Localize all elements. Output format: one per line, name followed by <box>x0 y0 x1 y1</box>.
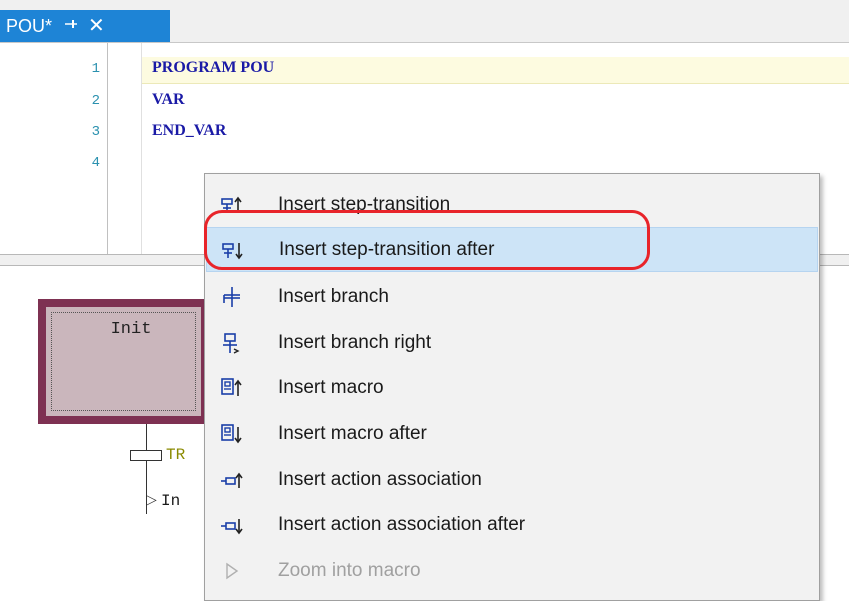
init-step[interactable]: Init <box>38 299 209 424</box>
close-icon[interactable]: ✕ <box>88 16 105 36</box>
zoom-into-macro-icon <box>220 559 250 583</box>
action-association-before-icon <box>220 468 250 492</box>
code-line: END_VAR <box>152 122 227 139</box>
menu-item-label: Insert branch <box>278 285 389 307</box>
action-association-after-icon <box>220 513 250 537</box>
transition-bar[interactable] <box>130 450 162 461</box>
macro-after-icon <box>220 422 250 446</box>
action-arrow-icon: ▷ <box>146 491 157 507</box>
menu-item-insert-branch[interactable]: Insert branch <box>206 274 818 319</box>
line-number: 4 <box>91 155 100 171</box>
fold-margin <box>108 43 142 255</box>
menu-item-insert-macro[interactable]: Insert macro <box>206 365 818 410</box>
line-number: 3 <box>91 124 100 140</box>
menu-item-insert-action-association[interactable]: Insert action association <box>206 457 818 502</box>
tab-strip: POU* ✕ <box>0 0 849 42</box>
menu-item-label: Insert macro after <box>278 422 427 444</box>
menu-item-label: Insert macro <box>278 376 384 398</box>
annotation-highlight <box>204 210 650 270</box>
action-label: In <box>161 492 181 510</box>
macro-before-icon <box>220 376 250 400</box>
code-line: PROGRAM POU <box>152 59 275 76</box>
tab-pou[interactable]: POU* ✕ <box>0 10 170 42</box>
code-line: VAR <box>152 91 185 108</box>
transition-condition: TR <box>166 446 186 464</box>
menu-item-label: Insert branch right <box>278 331 432 353</box>
menu-item-zoom-into-macro: Zoom into macro <box>206 548 818 593</box>
init-step-label: Init <box>110 320 152 339</box>
menu-item-label: Insert action association after <box>278 513 526 535</box>
menu-item-label: Insert action association <box>278 468 482 490</box>
tab-title: POU* <box>6 15 53 36</box>
branch-icon <box>220 285 250 309</box>
branch-right-icon <box>220 331 250 355</box>
menu-item-insert-branch-right[interactable]: Insert branch right <box>206 320 818 365</box>
line-number: 2 <box>91 93 100 109</box>
menu-item-insert-action-association-after[interactable]: Insert action association after <box>206 502 818 547</box>
line-number: 1 <box>91 61 100 77</box>
menu-item-label: Zoom into macro <box>278 559 421 581</box>
pin-icon[interactable] <box>64 17 78 35</box>
menu-item-insert-macro-after[interactable]: Insert macro after <box>206 411 818 456</box>
